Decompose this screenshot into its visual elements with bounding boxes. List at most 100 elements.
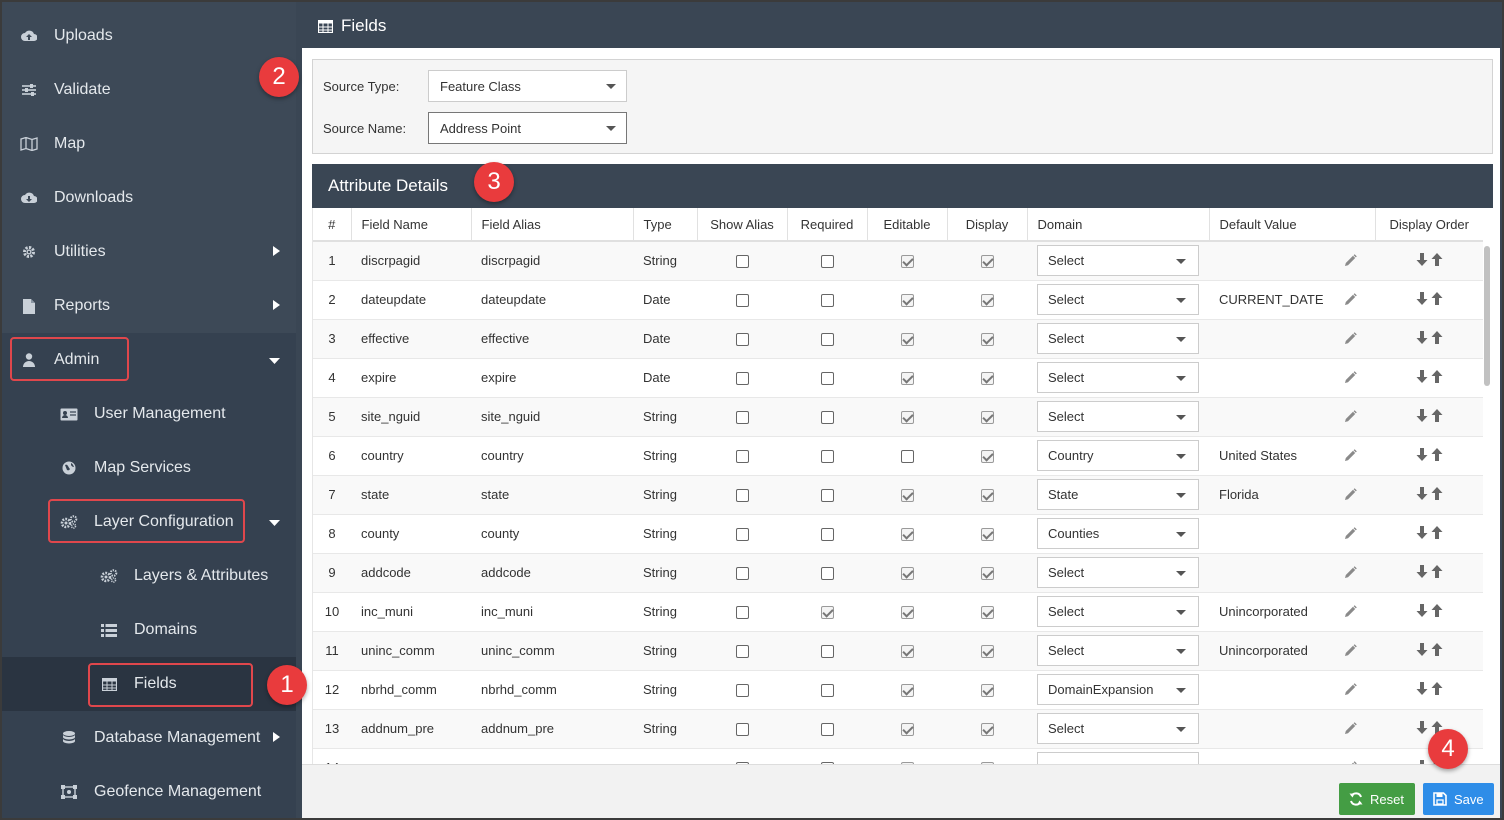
domain-select[interactable]: Select	[1037, 596, 1199, 627]
show-alias-checkbox[interactable]	[735, 372, 749, 386]
arrow-down-icon[interactable]	[1416, 330, 1428, 347]
required-checkbox[interactable]	[820, 645, 834, 659]
pencil-icon[interactable]	[1344, 721, 1357, 735]
display-checkbox[interactable]	[980, 450, 994, 464]
display-checkbox[interactable]	[980, 411, 994, 425]
sidebar-item-utilities[interactable]: Utilities	[0, 225, 296, 279]
editable-checkbox[interactable]	[900, 450, 914, 464]
editable-checkbox[interactable]	[900, 645, 914, 659]
show-alias-checkbox[interactable]	[735, 567, 749, 581]
sidebar-item-downloads[interactable]: Downloads	[0, 171, 296, 225]
pencil-icon[interactable]	[1344, 409, 1357, 423]
show-alias-checkbox[interactable]	[735, 723, 749, 737]
domain-select[interactable]: Select	[1037, 713, 1199, 744]
domain-select[interactable]: DomainExpansion	[1037, 674, 1199, 705]
required-checkbox[interactable]	[820, 255, 834, 269]
show-alias-checkbox[interactable]	[735, 411, 749, 425]
show-alias-checkbox[interactable]	[735, 684, 749, 698]
editable-checkbox[interactable]	[900, 606, 914, 620]
arrow-down-icon[interactable]	[1416, 291, 1428, 308]
arrow-down-icon[interactable]	[1416, 681, 1428, 698]
required-checkbox[interactable]	[820, 567, 834, 581]
arrow-up-icon[interactable]	[1431, 603, 1443, 620]
show-alias-checkbox[interactable]	[735, 606, 749, 620]
sidebar-item-domains[interactable]: Domains	[0, 603, 296, 657]
show-alias-checkbox[interactable]	[735, 294, 749, 308]
save-button[interactable]: Save	[1423, 783, 1494, 815]
editable-checkbox[interactable]	[900, 723, 914, 737]
sidebar-item-user-management[interactable]: User Management	[0, 387, 296, 441]
pencil-icon[interactable]	[1344, 331, 1357, 345]
arrow-down-icon[interactable]	[1416, 642, 1428, 659]
sidebar-item-map[interactable]: Map	[0, 117, 296, 171]
required-checkbox[interactable]	[820, 411, 834, 425]
arrow-down-icon[interactable]	[1416, 720, 1428, 737]
display-checkbox[interactable]	[980, 255, 994, 269]
pencil-icon[interactable]	[1344, 487, 1357, 501]
display-checkbox[interactable]	[980, 489, 994, 503]
editable-checkbox[interactable]	[900, 528, 914, 542]
sidebar-item-layers-attributes[interactable]: Layers & Attributes	[0, 549, 296, 603]
required-checkbox[interactable]	[820, 489, 834, 503]
sidebar-item-geofence-management[interactable]: Geofence Management	[0, 765, 296, 819]
required-checkbox[interactable]	[820, 723, 834, 737]
display-checkbox[interactable]	[980, 333, 994, 347]
sidebar-item-map-services[interactable]: Map Services	[0, 441, 296, 495]
arrow-down-icon[interactable]	[1416, 369, 1428, 386]
display-checkbox[interactable]	[980, 294, 994, 308]
source-type-select[interactable]: Feature Class	[428, 70, 627, 102]
arrow-up-icon[interactable]	[1431, 252, 1443, 269]
domain-select[interactable]: Select	[1037, 245, 1199, 277]
display-checkbox[interactable]	[980, 606, 994, 620]
editable-checkbox[interactable]	[900, 684, 914, 698]
arrow-up-icon[interactable]	[1431, 408, 1443, 425]
display-checkbox[interactable]	[980, 684, 994, 698]
editable-checkbox[interactable]	[900, 411, 914, 425]
pencil-icon[interactable]	[1344, 254, 1357, 267]
display-checkbox[interactable]	[980, 645, 994, 659]
arrow-up-icon[interactable]	[1431, 330, 1443, 347]
arrow-down-icon[interactable]	[1416, 447, 1428, 464]
arrow-down-icon[interactable]	[1416, 564, 1428, 581]
arrow-up-icon[interactable]	[1431, 486, 1443, 503]
domain-select[interactable]: Select	[1037, 362, 1199, 393]
arrow-down-icon[interactable]	[1416, 603, 1428, 620]
reset-button[interactable]: Reset	[1339, 783, 1415, 815]
sidebar-item-database-management[interactable]: Database Management	[0, 711, 296, 765]
arrow-up-icon[interactable]	[1431, 681, 1443, 698]
pencil-icon[interactable]	[1344, 682, 1357, 696]
domain-select[interactable]: Counties	[1037, 518, 1199, 549]
editable-checkbox[interactable]	[900, 567, 914, 581]
domain-select[interactable]: Select	[1037, 557, 1199, 588]
show-alias-checkbox[interactable]	[735, 528, 749, 542]
pencil-icon[interactable]	[1344, 448, 1357, 462]
display-checkbox[interactable]	[980, 372, 994, 386]
domain-select[interactable]: Select	[1037, 323, 1199, 354]
arrow-up-icon[interactable]	[1431, 564, 1443, 581]
arrow-down-icon[interactable]	[1416, 252, 1428, 269]
pencil-icon[interactable]	[1344, 526, 1357, 540]
show-alias-checkbox[interactable]	[735, 645, 749, 659]
required-checkbox[interactable]	[820, 606, 834, 620]
pencil-icon[interactable]	[1344, 643, 1357, 657]
show-alias-checkbox[interactable]	[735, 489, 749, 503]
pencil-icon[interactable]	[1344, 370, 1357, 384]
display-checkbox[interactable]	[980, 567, 994, 581]
editable-checkbox[interactable]	[900, 489, 914, 503]
sidebar-item-reports[interactable]: Reports	[0, 279, 296, 333]
domain-select[interactable]: Select	[1037, 284, 1199, 315]
display-checkbox[interactable]	[980, 723, 994, 737]
required-checkbox[interactable]	[820, 333, 834, 347]
editable-checkbox[interactable]	[900, 255, 914, 269]
editable-checkbox[interactable]	[900, 372, 914, 386]
arrow-down-icon[interactable]	[1416, 486, 1428, 503]
arrow-up-icon[interactable]	[1431, 525, 1443, 542]
arrow-up-icon[interactable]	[1431, 369, 1443, 386]
source-name-select[interactable]: Address Point	[428, 112, 627, 144]
arrow-up-icon[interactable]	[1431, 642, 1443, 659]
domain-select[interactable]	[1037, 752, 1199, 764]
sidebar-item-validate[interactable]: Validate	[0, 63, 296, 117]
editable-checkbox[interactable]	[900, 333, 914, 347]
sidebar-item-uploads[interactable]: Uploads	[0, 9, 296, 63]
arrow-up-icon[interactable]	[1431, 447, 1443, 464]
